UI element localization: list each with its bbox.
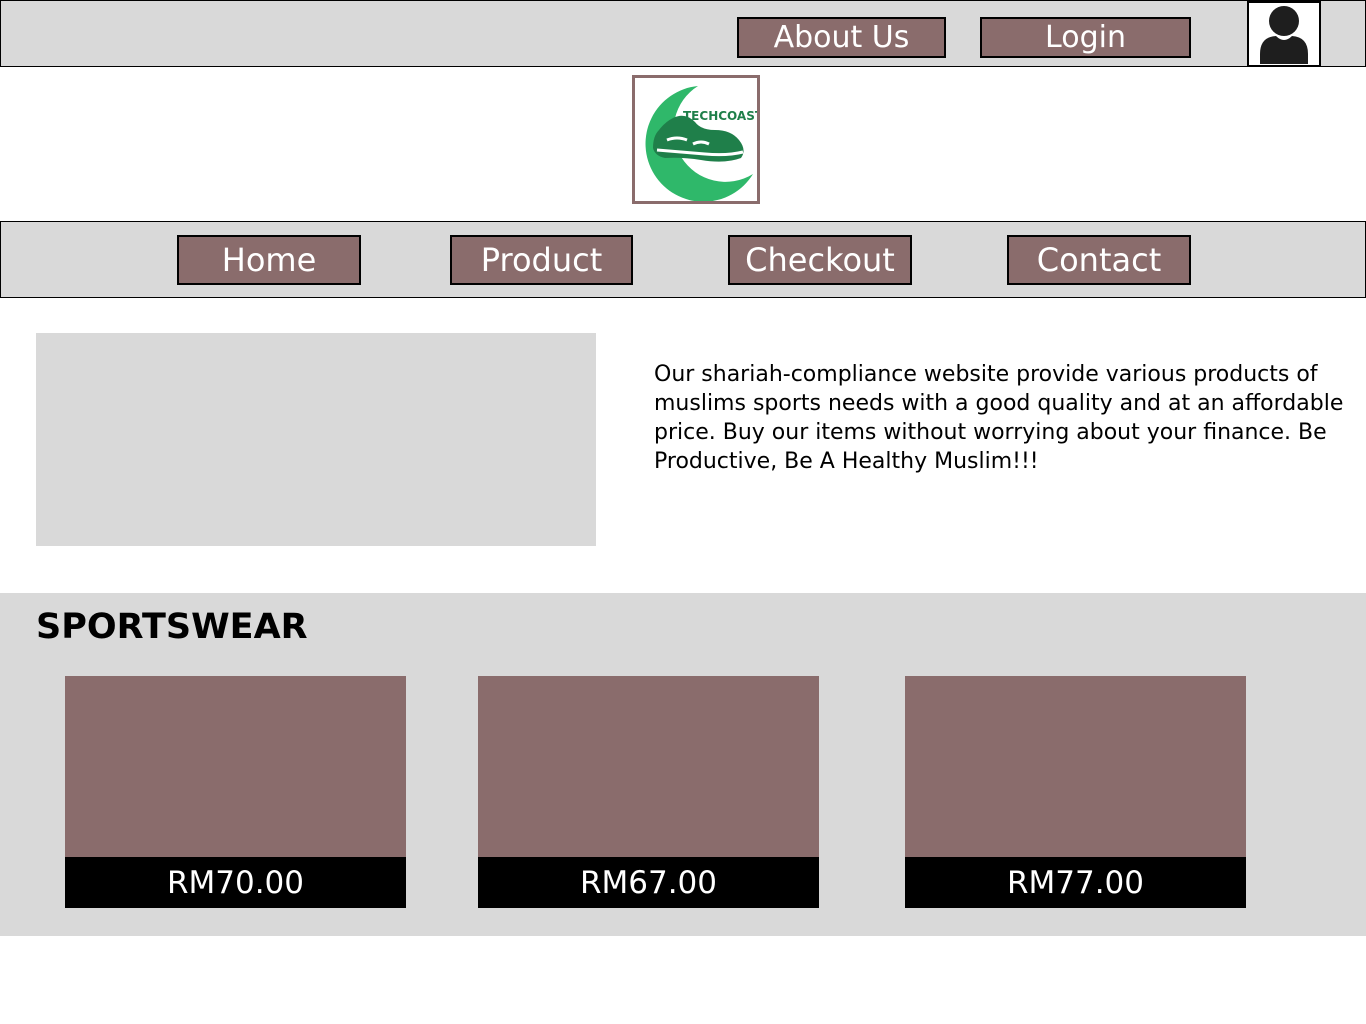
product-image-placeholder xyxy=(478,676,819,857)
site-logo[interactable]: TECHCOAST xyxy=(632,75,764,204)
product-card[interactable]: RM67.00 xyxy=(478,676,819,908)
account-button[interactable] xyxy=(1247,1,1321,67)
product-card[interactable]: RM70.00 xyxy=(65,676,406,908)
nav-checkout-button[interactable]: Checkout xyxy=(728,235,912,285)
product-card[interactable]: RM77.00 xyxy=(905,676,1246,908)
about-us-button[interactable]: About Us xyxy=(737,17,946,58)
top-bar: About Us Login xyxy=(0,0,1366,67)
hero-image-placeholder xyxy=(36,333,596,546)
product-price: RM77.00 xyxy=(905,857,1246,908)
product-image-placeholder xyxy=(65,676,406,857)
product-price: RM67.00 xyxy=(478,857,819,908)
crescent-shoe-logo-icon: TECHCOAST xyxy=(645,86,764,202)
product-image-placeholder xyxy=(905,676,1246,857)
sportswear-section: SPORTSWEAR RM70.00 RM67.00 RM77.00 xyxy=(0,593,1366,936)
main-nav: Home Product Checkout Contact xyxy=(0,221,1366,298)
hero-description: Our shariah-compliance website provide v… xyxy=(654,362,1344,474)
login-button[interactable]: Login xyxy=(980,17,1191,58)
product-price: RM70.00 xyxy=(65,857,406,908)
nav-product-button[interactable]: Product xyxy=(450,235,633,285)
logo-text: TECHCOAST xyxy=(683,109,757,123)
nav-contact-button[interactable]: Contact xyxy=(1007,235,1191,285)
sportswear-title: SPORTSWEAR xyxy=(36,607,308,647)
user-avatar-icon xyxy=(1260,6,1308,64)
nav-home-button[interactable]: Home xyxy=(177,235,361,285)
